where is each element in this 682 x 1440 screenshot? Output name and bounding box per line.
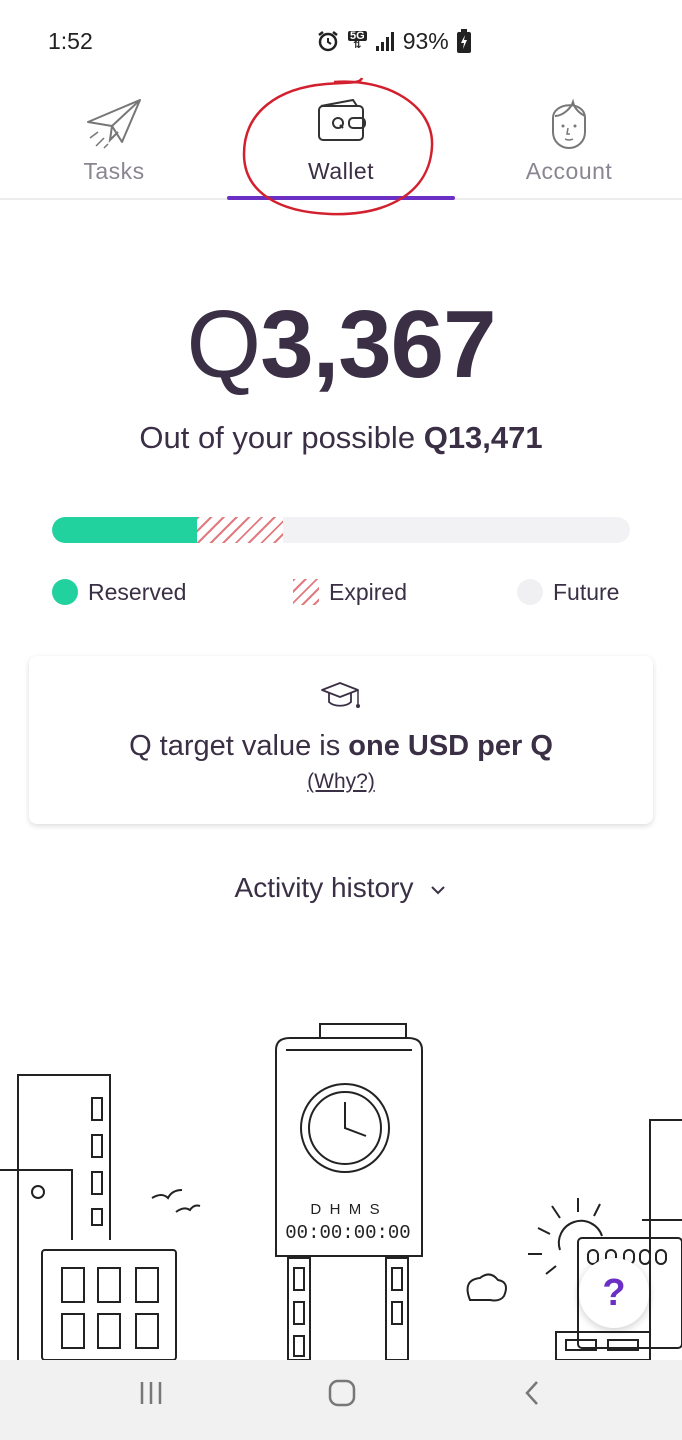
status-bar: 1:52 5G ⇅ 93% <box>0 0 682 80</box>
wallet-balance: Q3,367 <box>0 290 682 400</box>
tab-account[interactable]: Account <box>455 80 682 200</box>
possible-total: Out of your possible Q13,471 <box>0 420 682 456</box>
recent-apps-icon <box>140 1382 162 1404</box>
q-target-bold: one USD per Q <box>348 730 553 762</box>
reserved-swatch <box>52 579 78 605</box>
possible-prefix: Out of your possible <box>139 420 424 455</box>
recent-apps-button[interactable] <box>121 1378 181 1422</box>
chevron-down-icon <box>431 885 446 895</box>
expired-swatch <box>293 579 319 605</box>
balance-amount: 3,367 <box>260 291 496 398</box>
tab-tasks[interactable]: Tasks <box>0 80 228 200</box>
back-icon <box>525 1381 538 1405</box>
battery-icon <box>456 29 471 53</box>
progress-legend: Reserved Expired Future <box>0 574 682 610</box>
q-target-prefix: Q target value is <box>129 730 349 762</box>
person-face-icon <box>552 98 586 150</box>
progress-expired-segment <box>196 517 284 543</box>
legend-future-label: Future <box>553 578 620 605</box>
wallet-progress-bar <box>52 517 630 543</box>
legend-reserved-label: Reserved <box>88 578 187 605</box>
home-button[interactable] <box>312 1378 372 1422</box>
city-illustration: D H M S 00:00:00:00 <box>0 1023 682 1360</box>
active-tab-indicator <box>227 196 455 200</box>
tab-wallet-label: Wallet <box>307 158 375 184</box>
possible-value: 13,471 <box>447 420 543 455</box>
back-button[interactable] <box>503 1378 563 1422</box>
legend-expired: Expired <box>293 574 407 610</box>
countdown-timer: 00:00:00:00 <box>285 1222 410 1244</box>
network-icon: 5G ⇅ <box>348 30 367 51</box>
status-time: 1:52 <box>48 28 93 54</box>
activity-history-label: Activity history <box>234 872 414 903</box>
why-link[interactable]: (Why?) <box>29 770 653 794</box>
top-tab-bar: Tasks Wallet Account <box>0 80 682 200</box>
graduation-cap-icon <box>321 682 360 708</box>
system-navigation-bar <box>0 1360 682 1440</box>
tab-wallet[interactable]: Wallet <box>227 80 455 200</box>
legend-expired-label: Expired <box>329 578 407 605</box>
tab-account-label: Account <box>525 158 613 184</box>
possible-currency-symbol: Q <box>423 420 448 455</box>
signal-icon <box>375 30 395 52</box>
tab-tasks-label: Tasks <box>83 158 145 184</box>
wallet-icon <box>318 98 366 141</box>
progress-reserved-segment <box>52 517 197 543</box>
q-target-text: Q target value is one USD per Q <box>29 730 653 763</box>
legend-future: Future <box>517 574 619 610</box>
q-target-card: Q target value is one USD per Q (Why?) <box>29 656 653 824</box>
legend-reserved: Reserved <box>52 574 186 610</box>
help-button[interactable]: ? <box>579 1258 649 1328</box>
balance-currency-symbol: Q <box>186 291 262 398</box>
clock-units: D H M S <box>310 1201 379 1218</box>
future-swatch <box>517 579 543 605</box>
battery-percent: 93% <box>402 27 449 54</box>
status-icons: 5G ⇅ 93% <box>316 26 471 56</box>
paper-plane-icon <box>87 99 141 149</box>
home-icon <box>328 1379 356 1407</box>
activity-history-toggle[interactable]: Activity history <box>0 872 682 904</box>
alarm-icon <box>316 29 340 53</box>
